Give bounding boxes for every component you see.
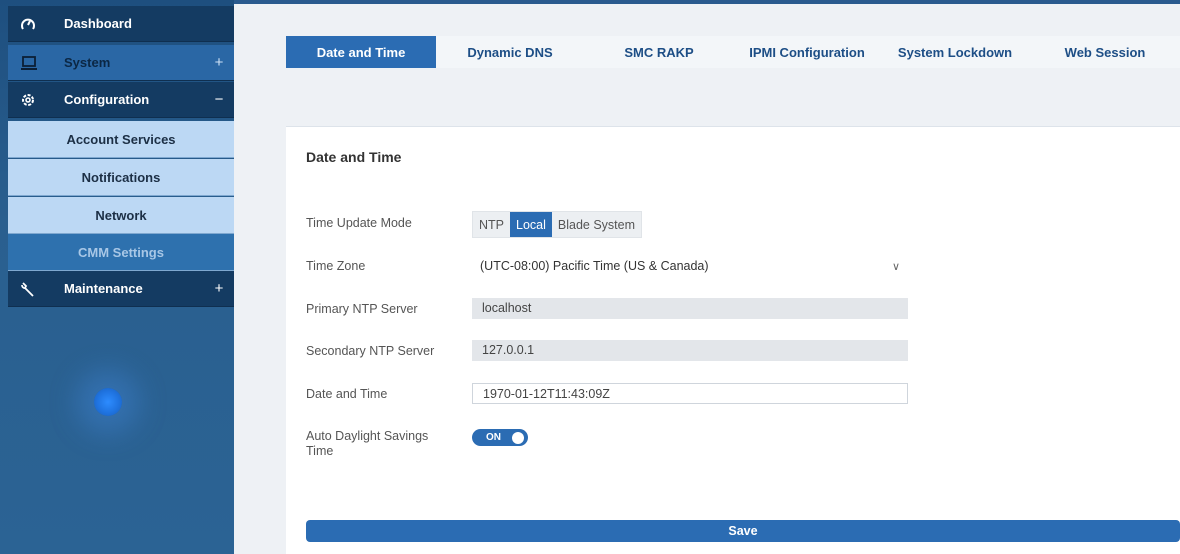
collapse-icon[interactable]: − [204,91,234,108]
toggle-knob [512,431,524,444]
sidebar-item-label: Account Services [66,131,176,147]
sidebar-item-label: Dashboard [64,16,132,31]
secondary-ntp-field[interactable]: 127.0.0.1 [472,340,908,361]
toggle-state: ON [486,432,501,443]
mode-blade-system-button[interactable]: Blade System [552,212,641,237]
expand-icon[interactable]: + [204,280,234,297]
sidebar-item-configuration[interactable]: Configuration − [8,82,234,118]
mode-ntp-button[interactable]: NTP [473,212,510,237]
primary-ntp-field[interactable]: localhost [472,298,908,319]
expand-icon[interactable]: + [204,54,234,71]
date-time-panel: Date and Time Time Update Mode NTP Local… [286,126,1180,554]
sidebar-item-maintenance[interactable]: Maintenance + [8,271,234,307]
date-time-field[interactable]: 1970-01-12T11:43:09Z [472,383,908,404]
sidebar-item-dashboard[interactable]: Dashboard [8,6,234,42]
mode-local-button[interactable]: Local [510,212,552,237]
sidebar-item-label: Maintenance [64,281,143,296]
sidebar-item-label: Configuration [64,92,150,107]
decorative-glow [94,388,122,416]
time-zone-select[interactable]: (UTC-08:00) Pacific Time (US & Canada) ∨ [472,255,908,277]
tab-dynamic-dns[interactable]: Dynamic DNS [436,36,584,68]
sidebar-item-label: CMM Settings [78,244,164,260]
secondary-ntp-label: Secondary NTP Server [306,344,435,358]
sidebar-item-system[interactable]: System + [8,45,234,81]
time-zone-label: Time Zone [306,259,366,273]
sidebar-item-network[interactable]: Network [8,197,234,234]
panel-title: Date and Time [306,149,402,165]
date-time-label: Date and Time [306,387,388,401]
tab-ipmi-configuration[interactable]: IPMI Configuration [734,36,880,68]
tab-system-lockdown[interactable]: System Lockdown [880,36,1030,68]
save-button[interactable]: Save [306,520,1180,542]
sidebar-item-account-services[interactable]: Account Services [8,121,234,158]
sidebar-item-cmm-settings[interactable]: CMM Settings [8,234,234,271]
sidebar-item-label: Notifications [81,169,161,185]
time-zone-value: (UTC-08:00) Pacific Time (US & Canada) [480,259,709,273]
top-accent-bar [234,0,1180,4]
auto-dst-label: Auto Daylight Savings Time [306,429,429,458]
primary-ntp-label: Primary NTP Server [306,302,418,316]
sidebar-item-label: Network [95,207,147,223]
tab-date-and-time[interactable]: Date and Time [286,36,436,68]
time-update-mode-selector: NTP Local Blade System [472,211,643,238]
auto-dst-toggle[interactable]: ON [472,429,528,446]
time-update-mode-label: Time Update Mode [306,216,412,230]
laptop-icon [8,55,38,71]
sidebar: Dashboard System + Configuration − Accou… [0,0,234,554]
gear-icon [8,92,38,108]
tab-smc-rakp[interactable]: SMC RAKP [584,36,734,68]
chevron-down-icon: ∨ [891,260,900,273]
dashboard-gauge-icon [8,16,38,32]
sidebar-item-notifications[interactable]: Notifications [8,159,234,196]
wrench-icon [8,281,38,297]
sidebar-item-label: System [64,55,111,70]
tab-web-session[interactable]: Web Session [1030,36,1180,68]
tab-bar: Date and Time Dynamic DNS SMC RAKP IPMI … [286,36,1180,68]
